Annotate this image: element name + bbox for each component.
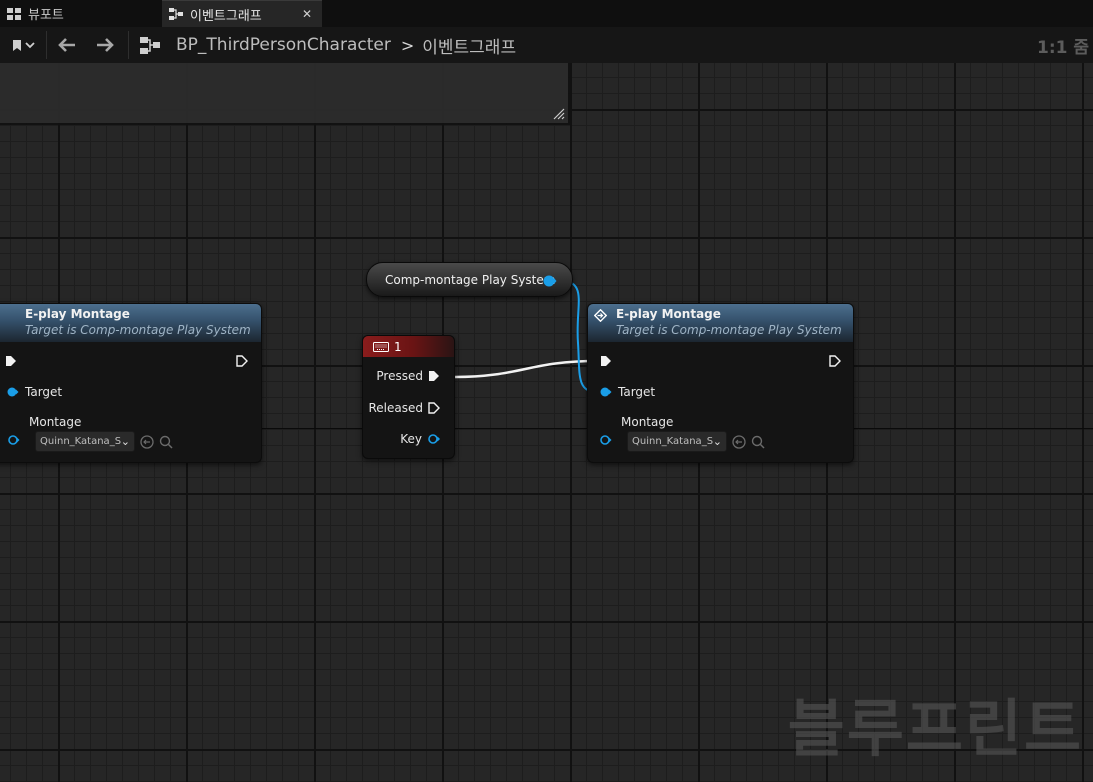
key-name: 1	[394, 339, 402, 354]
montage-value: Quinn_Katana_S	[40, 436, 122, 447]
tab-strip: 뷰포트 이벤트그래프 ✕	[0, 0, 1093, 27]
chevron-down-icon: ⌄	[712, 435, 722, 448]
key-pin-label: Key	[400, 432, 422, 446]
key-struct-pin[interactable]	[427, 434, 441, 444]
graph-structure-icon	[136, 27, 164, 63]
montage-pin[interactable]	[8, 435, 20, 445]
montage-label: Montage	[29, 415, 82, 429]
viewport-grid-icon	[7, 7, 21, 20]
back-button[interactable]	[54, 27, 80, 63]
node-header: E-play Montage Target is Comp-montage Pl…	[588, 304, 853, 342]
forward-button[interactable]	[92, 27, 118, 63]
comment-box[interactable]	[0, 63, 570, 125]
tab-event-graph-label: 이벤트그래프	[190, 8, 262, 24]
pressed-pin-row[interactable]: Pressed	[376, 369, 440, 383]
exec-out-pin[interactable]	[829, 355, 841, 367]
tab-viewport[interactable]: 뷰포트	[0, 0, 158, 27]
target-pin-row[interactable]: Target	[7, 385, 62, 399]
zoom-level: 1:1 줌	[1036, 37, 1089, 58]
node-title: E-play Montage	[616, 307, 721, 321]
montage-asset-dropdown[interactable]: Quinn_Katana_S ⌄	[35, 431, 135, 452]
exec-released-pin[interactable]	[428, 402, 440, 414]
graph-toolbar: BP_ThirdPersonCharacter > 이벤트그래프 1:1 줌	[0, 27, 1093, 63]
arrow-right-icon	[97, 38, 114, 52]
chevron-down-icon: ⌄	[120, 435, 130, 448]
montage-label-row: Montage	[621, 415, 673, 429]
montage-pin[interactable]	[600, 435, 612, 445]
montage-label-row: Montage	[29, 415, 81, 429]
breadcrumb-leaf[interactable]: 이벤트그래프	[422, 33, 516, 58]
exec-in-pin[interactable]	[600, 355, 612, 367]
chevron-right-icon: >	[400, 35, 415, 55]
exec-pressed-pin[interactable]	[428, 370, 440, 382]
node-subtitle: Target is Comp-montage Play System	[616, 323, 842, 337]
target-pin-row[interactable]: Target	[600, 385, 655, 399]
exec-in-pin[interactable]	[5, 355, 17, 367]
blueprint-watermark: 블루프린트	[787, 692, 1083, 765]
key-node-header: 1	[363, 336, 454, 357]
node-subtitle: Target is Comp-montage Play System	[25, 323, 251, 337]
target-label: Target	[618, 385, 656, 399]
keyboard-icon	[373, 341, 389, 352]
object-pin[interactable]	[600, 387, 612, 397]
browse-asset-icon[interactable]	[751, 435, 765, 449]
use-selected-asset-icon[interactable]	[140, 435, 154, 449]
browse-asset-icon[interactable]	[159, 435, 173, 449]
exec-wire	[454, 359, 598, 379]
tab-viewport-label: 뷰포트	[28, 8, 64, 23]
object-pin[interactable]	[7, 387, 19, 397]
released-label: Released	[368, 401, 423, 415]
montage-value: Quinn_Katana_S	[632, 436, 714, 447]
bookmark-icon	[13, 40, 35, 51]
graph-canvas[interactable]: E-play Montage Target is Comp-montage Pl…	[0, 63, 1093, 782]
node-play-montage-left[interactable]: E-play Montage Target is Comp-montage Pl…	[0, 303, 262, 463]
node-header: E-play Montage Target is Comp-montage Pl…	[0, 304, 261, 342]
released-pin-row[interactable]: Released	[368, 401, 440, 415]
exec-out-pin[interactable]	[236, 355, 248, 367]
close-icon[interactable]: ✕	[302, 7, 312, 21]
use-selected-asset-icon[interactable]	[732, 435, 746, 449]
resize-grip-icon[interactable]	[553, 108, 565, 120]
arrow-left-icon	[58, 38, 75, 52]
tab-event-graph[interactable]: 이벤트그래프 ✕	[162, 0, 322, 27]
breadcrumb: BP_ThirdPersonCharacter > 이벤트그래프	[176, 27, 516, 63]
function-icon	[594, 309, 607, 322]
node-play-montage-right[interactable]: E-play Montage Target is Comp-montage Pl…	[587, 303, 854, 463]
breadcrumb-root[interactable]: BP_ThirdPersonCharacter	[176, 35, 391, 55]
bookmark-button[interactable]	[4, 27, 42, 63]
node-key-input[interactable]: 1 Pressed Released Key	[362, 335, 455, 459]
variable-label: Comp-montage Play System	[385, 273, 556, 287]
montage-label: Montage	[621, 415, 674, 429]
node-comp-montage-variable[interactable]: Comp-montage Play System	[366, 262, 573, 297]
blueprint-editor: 뷰포트 이벤트그래프 ✕ BP_ThirdPersonCharacter > 이…	[0, 0, 1093, 782]
montage-asset-dropdown[interactable]: Quinn_Katana_S ⌄	[627, 431, 727, 452]
object-out-pin[interactable]	[543, 275, 557, 287]
key-pin-row[interactable]: Key	[400, 432, 441, 446]
pressed-label: Pressed	[376, 369, 423, 383]
node-title: E-play Montage	[25, 307, 130, 321]
target-label: Target	[25, 385, 63, 399]
graph-nodes-icon	[169, 8, 183, 20]
